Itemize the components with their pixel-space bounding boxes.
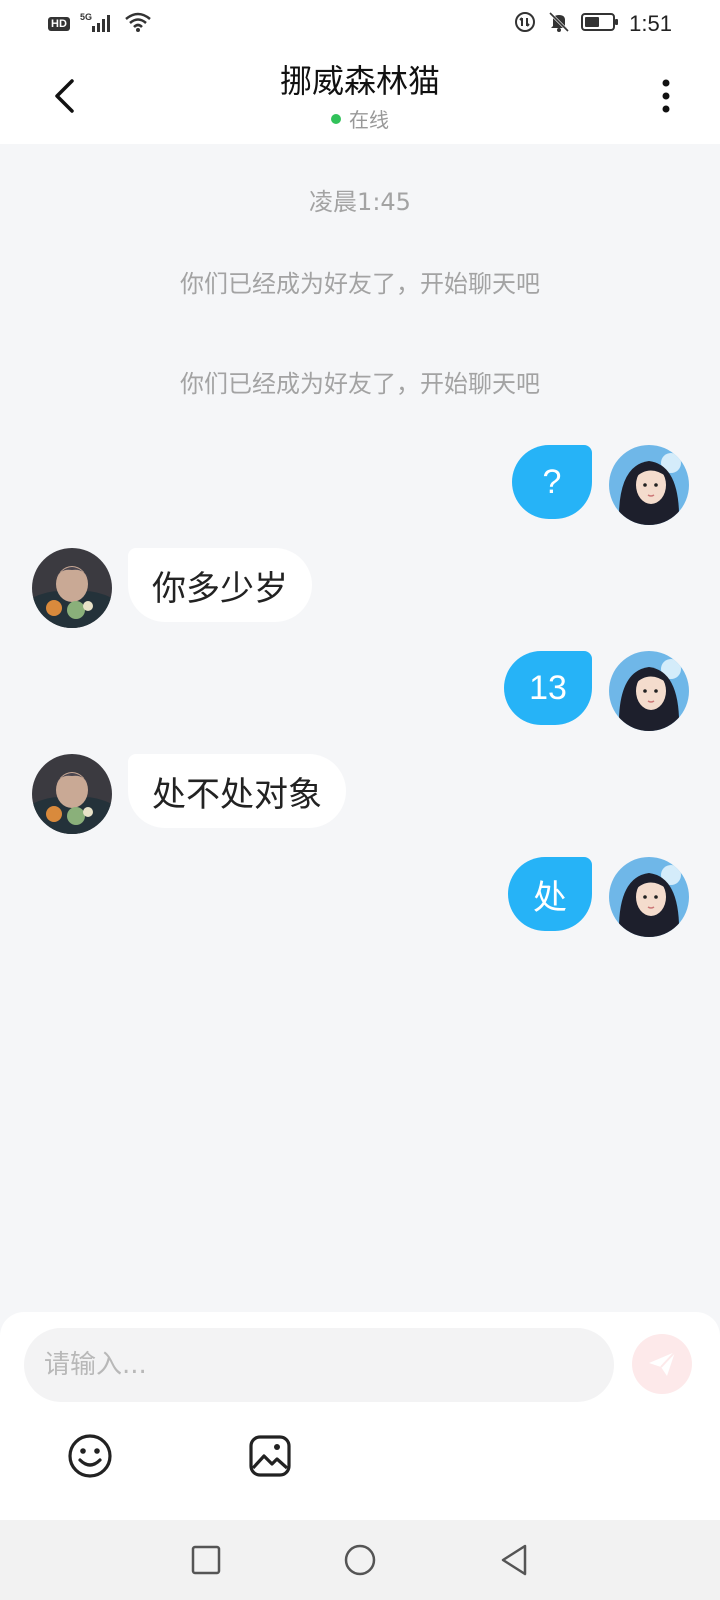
self-avatar[interactable]: [609, 857, 689, 937]
status-bar: HD 5G 1:51: [0, 0, 720, 48]
message-bubble-contact[interactable]: 处不处对象: [128, 754, 346, 828]
triangle-back-icon: [501, 1544, 527, 1576]
wifi-icon: [124, 11, 152, 37]
chat-header: 挪威森林猫 在线: [0, 48, 720, 144]
online-status-label: 在线: [349, 108, 389, 132]
input-panel: [0, 1312, 720, 1520]
network-type-label: 5G: [80, 12, 92, 22]
status-right: 1:51: [513, 10, 672, 38]
self-avatar[interactable]: [609, 445, 689, 525]
more-vertical-icon: [662, 79, 670, 113]
contact-name: 挪威森林猫: [279, 62, 440, 100]
circle-icon: [344, 1544, 376, 1576]
hd-badge: HD: [48, 17, 70, 31]
recent-apps-button[interactable]: [186, 1540, 226, 1580]
battery-icon: [581, 12, 619, 36]
more-options-button[interactable]: [654, 74, 678, 118]
send-button[interactable]: [632, 1334, 692, 1394]
message-bubble-contact[interactable]: 你多少岁: [128, 548, 312, 622]
emoji-button[interactable]: [64, 1430, 116, 1482]
message-bubble-self[interactable]: 处: [508, 857, 592, 931]
image-icon: [249, 1435, 291, 1477]
signal-icon: 5G: [80, 11, 114, 37]
emoji-icon: [68, 1434, 112, 1478]
online-dot: [331, 113, 341, 124]
contact-avatar[interactable]: [32, 754, 112, 834]
nav-back-button[interactable]: [494, 1540, 534, 1580]
self-avatar[interactable]: [609, 651, 689, 731]
square-icon: [191, 1545, 221, 1575]
system-message: 你们已经成为好友了，开始聊天吧: [180, 370, 540, 398]
message-input[interactable]: [24, 1328, 614, 1402]
message-bubble-self[interactable]: 13: [504, 651, 592, 725]
image-button[interactable]: [244, 1430, 296, 1482]
contact-avatar[interactable]: [32, 548, 112, 628]
home-button[interactable]: [340, 1540, 380, 1580]
message-bubble-self[interactable]: ?: [512, 445, 592, 519]
status-left: HD 5G: [48, 11, 152, 37]
chat-timestamp: 凌晨1:45: [309, 188, 411, 216]
clock: 1:51: [629, 11, 672, 36]
mute-icon: [547, 10, 571, 38]
data-saver-icon: [513, 10, 537, 38]
system-message: 你们已经成为好友了，开始聊天吧: [180, 270, 540, 298]
online-status: 在线: [0, 104, 720, 133]
send-icon: [649, 1351, 676, 1376]
system-nav-bar: [0, 1520, 720, 1600]
